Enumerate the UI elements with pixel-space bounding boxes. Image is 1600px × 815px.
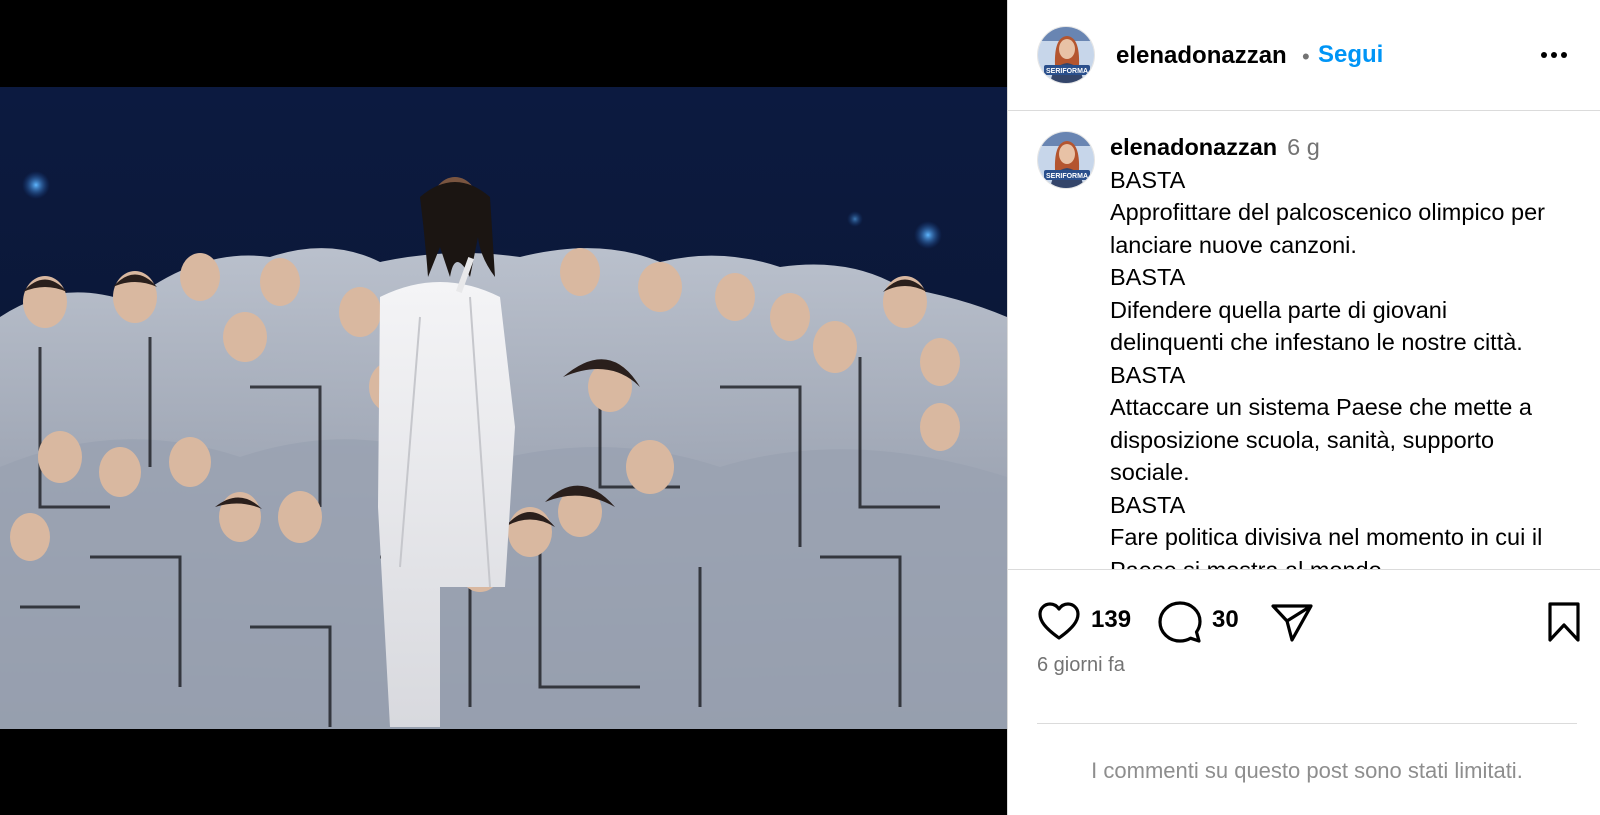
caption-line: sociale. — [1110, 459, 1190, 485]
post-side-panel: SERIFORMA elenadonazzan • Segui SERIFORM… — [1007, 0, 1600, 815]
more-options-button[interactable] — [1534, 38, 1574, 72]
caption-username[interactable]: elenadonazzan — [1110, 134, 1277, 160]
caption-header-line: elenadonazzan 6 g — [1110, 131, 1580, 164]
post-header: SERIFORMA elenadonazzan • Segui — [1008, 0, 1600, 111]
comment-button[interactable] — [1158, 600, 1202, 644]
post-media[interactable] — [0, 0, 1007, 815]
share-button[interactable] — [1270, 600, 1314, 644]
caption-line: Paese si mostra al mondo. — [1110, 554, 1580, 570]
caption-line: Approfittare del palcoscenico olimpico p… — [1110, 199, 1545, 225]
follow-button[interactable]: Segui — [1318, 41, 1383, 69]
avatar-image: SERIFORMA — [1038, 132, 1094, 188]
separator-dot: • — [1302, 44, 1310, 69]
post-photo — [0, 87, 1007, 729]
avatar-image: SERIFORMA — [1038, 27, 1094, 83]
author-username[interactable]: elenadonazzan — [1116, 42, 1287, 70]
send-icon — [1271, 604, 1313, 642]
caption-line: delinquenti che infestano le nostre citt… — [1110, 329, 1523, 355]
save-button[interactable] — [1546, 600, 1582, 644]
caption-line: disposizione scuola, sanità, supporto — [1110, 426, 1495, 453]
comment-count[interactable]: 30 — [1212, 606, 1239, 634]
heart-icon — [1038, 602, 1080, 640]
author-avatar[interactable]: SERIFORMA — [1037, 26, 1095, 84]
comment-icon — [1158, 601, 1202, 643]
caption-line: BASTA — [1110, 361, 1186, 388]
more-horizontal-icon — [1541, 52, 1567, 58]
post-date[interactable]: 6 giorni fa — [1037, 654, 1125, 677]
like-count[interactable]: 139 — [1091, 606, 1131, 634]
caption-author-avatar[interactable]: SERIFORMA — [1037, 131, 1095, 189]
avatar-badge-text: SERIFORMA — [1046, 68, 1088, 75]
caption-line: Difendere quella parte di giovani — [1110, 296, 1448, 323]
comments-limited-notice: I commenti su questo post sono stati lim… — [1037, 723, 1577, 815]
post-actions: 139 30 6 giorni fa — [1008, 569, 1600, 725]
avatar-badge-text: SERIFORMA — [1046, 173, 1088, 180]
like-button[interactable] — [1037, 600, 1081, 644]
stage-performance-image — [0, 171, 1007, 729]
caption-line: lanciare nuove canzoni. — [1110, 231, 1357, 258]
caption-line: BASTA — [1110, 166, 1186, 193]
caption-text: elenadonazzan 6 g BASTA Approfittare del … — [1110, 131, 1580, 569]
caption-line: Attaccare un sistema Paese che mette a — [1110, 394, 1532, 420]
caption-section: SERIFORMA elenadonazzan 6 g BASTA Approfi… — [1008, 111, 1600, 569]
caption-time[interactable]: 6 g — [1287, 134, 1320, 160]
caption-line: BASTA — [1110, 264, 1186, 290]
caption-line: Fare politica divisiva nel momento in cu… — [1110, 524, 1543, 550]
bookmark-icon — [1548, 602, 1580, 642]
caption-line: BASTA — [1110, 491, 1186, 518]
